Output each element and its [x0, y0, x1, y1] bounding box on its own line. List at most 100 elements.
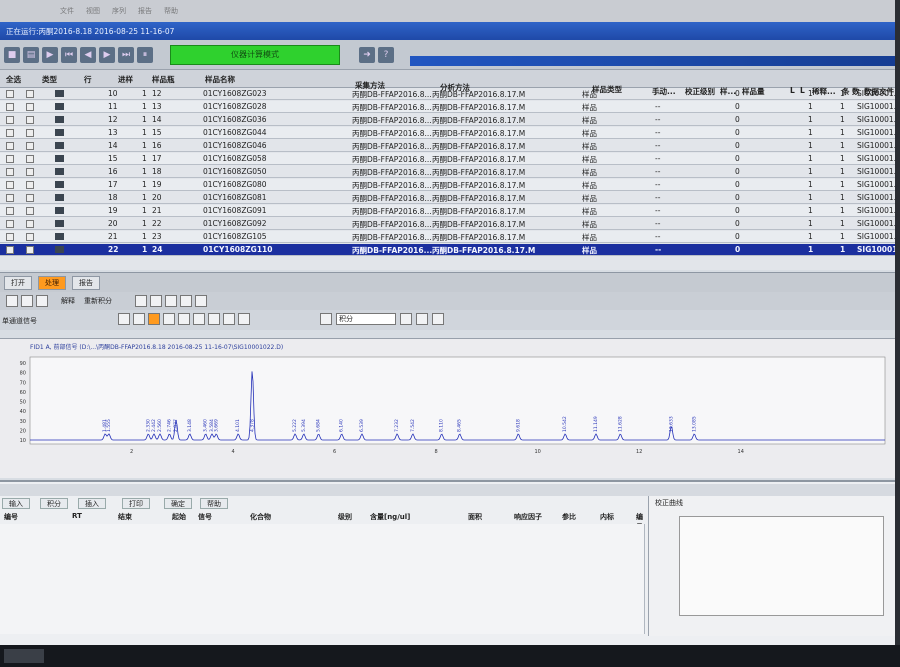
integration-select[interactable]: 积分	[336, 313, 396, 325]
col-header[interactable]: 面积	[468, 512, 482, 522]
row-checkbox[interactable]	[6, 129, 14, 137]
col-header[interactable]: 响应因子	[514, 512, 542, 522]
table-row[interactable]: 10 1 12 01CY1608ZG023 丙酮DB-FFAP2016.8... 丙酮DB…	[0, 88, 895, 100]
row-checkbox[interactable]	[26, 116, 34, 124]
row-checkbox[interactable]	[6, 207, 14, 215]
help-icon[interactable]: ?	[378, 46, 394, 63]
table-row[interactable]: 11 1 13 01CY1608ZG028 丙酮DB-FFAP2016.8... 丙酮DB…	[0, 101, 895, 113]
table-row[interactable]: 16 1 18 01CY1608ZG050 丙酮DB-FFAP2016.8... 丙酮DB…	[0, 166, 895, 178]
row-checkbox[interactable]	[26, 233, 34, 241]
tool-icon[interactable]	[195, 295, 207, 307]
tool-icon[interactable]	[178, 313, 190, 325]
table-row[interactable]: 22 1 24 01CY1608ZG110 丙酮DB-FFAP2016... 丙酮DB-F…	[0, 244, 895, 256]
table-row[interactable]: 18 1 20 01CY1608ZG081 丙酮DB-FFAP2016.8... 丙酮DB…	[0, 192, 895, 204]
table-row[interactable]: 21 1 23 01CY1608ZG105 丙酮DB-FFAP2016.8... 丙酮DB…	[0, 231, 895, 243]
tool-icon[interactable]	[400, 313, 412, 325]
table-row[interactable]: 15 1 17 01CY1608ZG058 丙酮DB-FFAP2016.8... 丙酮DB…	[0, 153, 895, 165]
menu-item[interactable]: 序列	[112, 6, 126, 16]
table-row[interactable]: 12 1 14 01CY1608ZG036 丙酮DB-FFAP2016.8... 丙酮DB…	[0, 114, 895, 126]
col-header[interactable]: 全选	[6, 74, 21, 85]
row-checkbox[interactable]	[26, 90, 34, 98]
table-row[interactable]: 17 1 19 01CY1608ZG080 丙酮DB-FFAP2016.8... 丙酮DB…	[0, 179, 895, 191]
row-checkbox[interactable]	[26, 129, 34, 137]
row-checkbox[interactable]	[6, 103, 14, 111]
tool-icon[interactable]	[432, 313, 444, 325]
save-icon[interactable]: ■	[4, 46, 20, 63]
interpret-label[interactable]: 解释	[61, 296, 75, 306]
col-header[interactable]: 含量[ng/ul]	[370, 512, 410, 522]
row-checkbox[interactable]	[26, 246, 34, 254]
row-checkbox[interactable]	[6, 233, 14, 241]
tab-open[interactable]: 打开	[4, 275, 32, 290]
tool-icon[interactable]	[118, 313, 130, 325]
menu-item[interactable]: 视图	[86, 6, 100, 16]
open-icon[interactable]: ▤	[23, 46, 39, 63]
col-header[interactable]: 内标	[600, 512, 614, 522]
col-header[interactable]: 样品瓶	[152, 74, 175, 85]
row-checkbox[interactable]	[26, 194, 34, 202]
calibration-plot[interactable]	[679, 516, 884, 616]
table-row[interactable]: 20 1 22 01CY1608ZG092 丙酮DB-FFAP2016.8... 丙酮DB…	[0, 218, 895, 230]
row-checkbox[interactable]	[26, 220, 34, 228]
table-row[interactable]: 19 1 21 01CY1608ZG091 丙酮DB-FFAP2016.8... 丙酮DB…	[0, 205, 895, 217]
tool-icon[interactable]	[223, 313, 235, 325]
tool-icon[interactable]	[148, 313, 160, 325]
row-checkbox[interactable]	[26, 207, 34, 215]
start-button[interactable]	[4, 649, 44, 663]
col-header[interactable]: 样品名称	[205, 74, 235, 85]
tool-icon[interactable]	[163, 313, 175, 325]
col-header[interactable]: 级别	[338, 512, 352, 522]
tool-icon[interactable]	[180, 295, 192, 307]
col-header[interactable]: RT	[72, 512, 82, 520]
tool-icon[interactable]	[21, 295, 33, 307]
pause-icon[interactable]: ⏸	[137, 46, 153, 63]
insert-button[interactable]: 插入	[78, 498, 106, 509]
tool-icon[interactable]	[238, 313, 250, 325]
tool-icon[interactable]	[416, 313, 428, 325]
first-icon[interactable]: ⏮	[61, 46, 77, 63]
tool-icon[interactable]	[150, 295, 162, 307]
table-row[interactable]: 14 1 16 01CY1608ZG046 丙酮DB-FFAP2016.8... 丙酮DB…	[0, 140, 895, 152]
tab-report[interactable]: 报告	[72, 275, 100, 290]
col-header[interactable]: 类型	[42, 74, 57, 85]
run-icon[interactable]: ▶	[42, 46, 58, 63]
reintegrate-label[interactable]: 重新积分	[84, 296, 112, 306]
col-header[interactable]: 参比	[562, 512, 576, 522]
col-header[interactable]: 行	[84, 74, 92, 85]
row-checkbox[interactable]	[6, 181, 14, 189]
ok-button[interactable]: 确定	[164, 498, 192, 509]
tool-icon[interactable]	[165, 295, 177, 307]
row-checkbox[interactable]	[6, 168, 14, 176]
input-button[interactable]: 输入	[2, 498, 30, 509]
row-checkbox[interactable]	[6, 220, 14, 228]
tool-icon[interactable]	[6, 295, 18, 307]
row-checkbox[interactable]	[6, 90, 14, 98]
next-icon[interactable]: ▶	[99, 46, 115, 63]
tool-icon[interactable]	[135, 295, 147, 307]
col-header[interactable]: 结束	[118, 512, 132, 522]
row-checkbox[interactable]	[26, 155, 34, 163]
tool-icon[interactable]	[193, 313, 205, 325]
row-checkbox[interactable]	[26, 103, 34, 111]
row-checkbox[interactable]	[6, 116, 14, 124]
print-button[interactable]: 打印	[122, 498, 150, 509]
tool-icon[interactable]	[36, 295, 48, 307]
menu-item[interactable]: 文件	[60, 6, 74, 16]
col-header[interactable]: 进样	[118, 74, 133, 85]
arrow-icon[interactable]: ➜	[359, 46, 375, 63]
prev-icon[interactable]: ◀	[80, 46, 96, 63]
menu-item[interactable]: 帮助	[164, 6, 178, 16]
table-row[interactable]: 13 1 15 01CY1608ZG044 丙酮DB-FFAP2016.8... 丙酮DB…	[0, 127, 895, 139]
row-checkbox[interactable]	[6, 155, 14, 163]
row-checkbox[interactable]	[26, 142, 34, 150]
dropdown-icon[interactable]	[320, 313, 332, 325]
calibration-table[interactable]	[0, 524, 645, 634]
tool-icon[interactable]	[208, 313, 220, 325]
col-header[interactable]: 起始	[172, 512, 186, 522]
row-checkbox[interactable]	[26, 168, 34, 176]
chromatogram-svg[interactable]: 9080706050403020102 4 6 8 10 12 141.4811.555 2.…	[0, 339, 895, 479]
col-header[interactable]: 编号	[4, 512, 18, 522]
row-checkbox[interactable]	[6, 194, 14, 202]
row-checkbox[interactable]	[26, 181, 34, 189]
menu-item[interactable]: 报告	[138, 6, 152, 16]
